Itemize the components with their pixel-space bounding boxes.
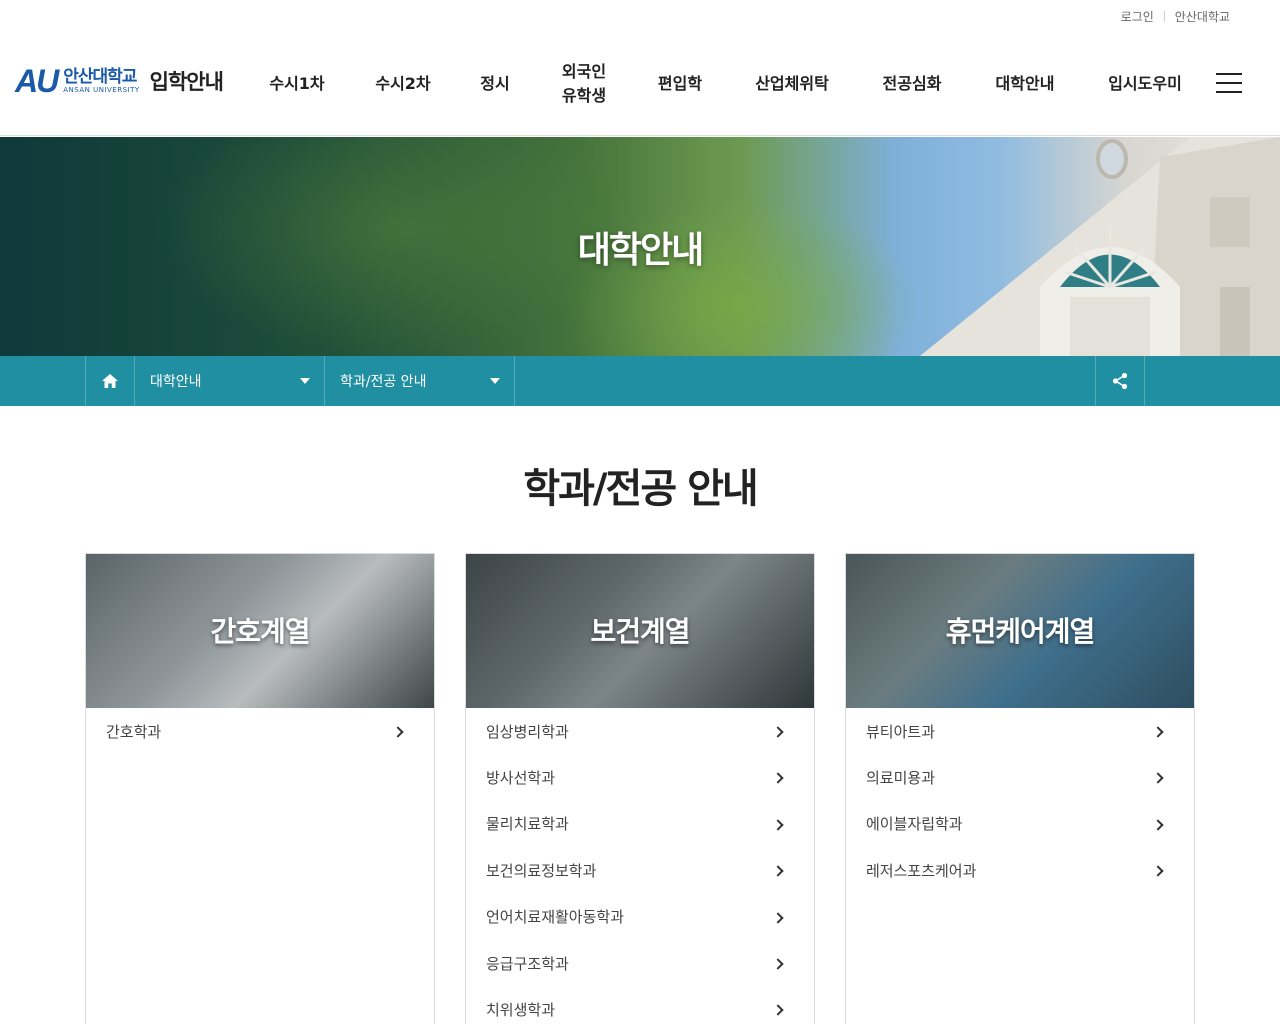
chevron-right-icon xyxy=(772,772,784,785)
location-depth2-label: 학과/전공 안내 xyxy=(340,374,427,390)
department-item[interactable]: 뷰티아트과 xyxy=(846,708,1194,754)
home-icon xyxy=(102,374,118,388)
department-item[interactable]: 레저스포츠케어과 xyxy=(846,847,1194,893)
department-item[interactable]: 방사선학과 xyxy=(466,754,814,800)
department-item[interactable]: 간호학과 xyxy=(86,708,434,754)
department-item[interactable]: 응급구조학과 xyxy=(466,940,814,986)
nav-item-susi1[interactable]: 수시1차 xyxy=(262,40,332,128)
department-list: 임상병리학과 방사선학과 물리치료학과 보건의료정보학과 언어치료재활아동학과 … xyxy=(466,708,814,1024)
page-title: 학과/전공 안내 xyxy=(523,466,758,512)
department-item[interactable]: 언어치료재활아동학과 xyxy=(466,894,814,940)
department-item[interactable]: 물리치료학과 xyxy=(466,801,814,847)
menu-line xyxy=(1216,82,1242,84)
department-name: 에이블자립학과 xyxy=(866,815,963,834)
chevron-right-icon xyxy=(772,865,784,877)
nav-item-admission-helper[interactable]: 입시도우미 xyxy=(1099,40,1191,128)
nav-item-jeongsi[interactable]: 정시 xyxy=(470,40,520,128)
divider xyxy=(1163,11,1165,22)
card-thumbnail: 간호계열 xyxy=(86,554,434,708)
chevron-right-icon xyxy=(1152,865,1164,877)
department-item[interactable]: 임상병리학과 xyxy=(466,708,814,754)
department-name: 보건의료정보학과 xyxy=(486,861,597,880)
nav-item-advanced-major[interactable]: 전공심화 xyxy=(874,40,950,128)
location-bar: 대학안내 학과/전공 안내 xyxy=(0,356,1280,406)
department-name: 간호학과 xyxy=(106,722,162,741)
location-dropdown-depth1[interactable]: 대학안내 xyxy=(135,356,325,406)
department-name: 방사선학과 xyxy=(486,769,556,788)
nav-item-susi2[interactable]: 수시2차 xyxy=(368,40,438,128)
department-name: 임상병리학과 xyxy=(486,722,569,741)
department-name: 의료미용과 xyxy=(866,769,936,788)
department-item[interactable]: 에이블자립학과 xyxy=(846,801,1194,847)
card-thumbnail: 보건계열 xyxy=(466,554,814,708)
department-card-nursing: 간호계열 간호학과 xyxy=(85,553,435,1024)
header: AU 안산대학교 ANSAN UNIVERSITY 입학안내 수시1차 수시2차… xyxy=(0,40,1280,136)
department-item[interactable]: 의료미용과 xyxy=(846,754,1194,800)
chevron-right-icon xyxy=(772,1004,784,1017)
menu-line xyxy=(1216,73,1242,75)
share-button[interactable] xyxy=(1095,356,1145,406)
main-navigation: 수시1차 수시2차 정시 외국인 유학생 편입학 산업체위탁 전공심화 대학안내… xyxy=(0,40,1280,136)
department-name: 응급구조학과 xyxy=(486,954,569,973)
card-title: 보건계열 xyxy=(590,615,690,648)
chevron-right-icon xyxy=(772,958,784,970)
chevron-right-icon xyxy=(772,911,784,924)
location-dropdown-depth2[interactable]: 학과/전공 안내 xyxy=(325,356,515,406)
login-link[interactable]: 로그인 xyxy=(1121,8,1154,25)
chevron-right-icon xyxy=(1152,772,1164,785)
department-list: 간호학과 xyxy=(86,708,434,754)
department-name: 물리치료학과 xyxy=(486,815,569,834)
nav-item-foreign-students[interactable]: 외국인 유학생 xyxy=(552,40,616,128)
caret-down-icon xyxy=(490,378,500,384)
department-name: 치위생학과 xyxy=(486,1001,556,1020)
home-button[interactable] xyxy=(85,356,135,406)
department-card-humancare: 휴먼케어계열 뷰티아트과 의료미용과 에이블자립학과 레저스포츠케어과 xyxy=(845,553,1195,1024)
department-name: 뷰티아트과 xyxy=(866,722,936,741)
hero-title: 대학안내 xyxy=(577,230,704,271)
department-list: 뷰티아트과 의료미용과 에이블자립학과 레저스포츠케어과 xyxy=(846,708,1194,894)
nav-item-university-guide[interactable]: 대학안내 xyxy=(987,40,1063,128)
card-title: 간호계열 xyxy=(210,615,310,648)
hamburger-menu-icon[interactable] xyxy=(1216,73,1242,93)
chevron-right-icon xyxy=(1152,819,1164,831)
utility-links: 로그인 안산대학교 xyxy=(1121,8,1230,25)
chevron-right-icon xyxy=(392,726,404,738)
nav-item-transfer[interactable]: 편입학 xyxy=(650,40,710,128)
chevron-right-icon xyxy=(1152,726,1164,738)
department-item[interactable]: 치위생학과 xyxy=(466,986,814,1024)
card-title: 휴먼케어계열 xyxy=(945,615,1096,648)
location-depth1-label: 대학안내 xyxy=(150,374,202,390)
hero-banner: 대학안내 xyxy=(0,137,1280,356)
department-card-health: 보건계열 임상병리학과 방사선학과 물리치료학과 보건의료정보학과 언어치료재활… xyxy=(465,553,815,1024)
menu-line xyxy=(1216,91,1242,93)
department-item[interactable]: 보건의료정보학과 xyxy=(466,847,814,893)
department-name: 레저스포츠케어과 xyxy=(866,861,977,880)
nav-item-industry[interactable]: 산업체위탁 xyxy=(746,40,838,128)
caret-down-icon xyxy=(300,378,310,384)
chevron-right-icon xyxy=(772,726,784,738)
department-name: 언어치료재활아동학과 xyxy=(486,908,625,927)
university-link[interactable]: 안산대학교 xyxy=(1175,8,1230,25)
card-thumbnail: 휴먼케어계열 xyxy=(846,554,1194,708)
chevron-right-icon xyxy=(772,819,784,831)
share-icon xyxy=(1112,372,1128,390)
